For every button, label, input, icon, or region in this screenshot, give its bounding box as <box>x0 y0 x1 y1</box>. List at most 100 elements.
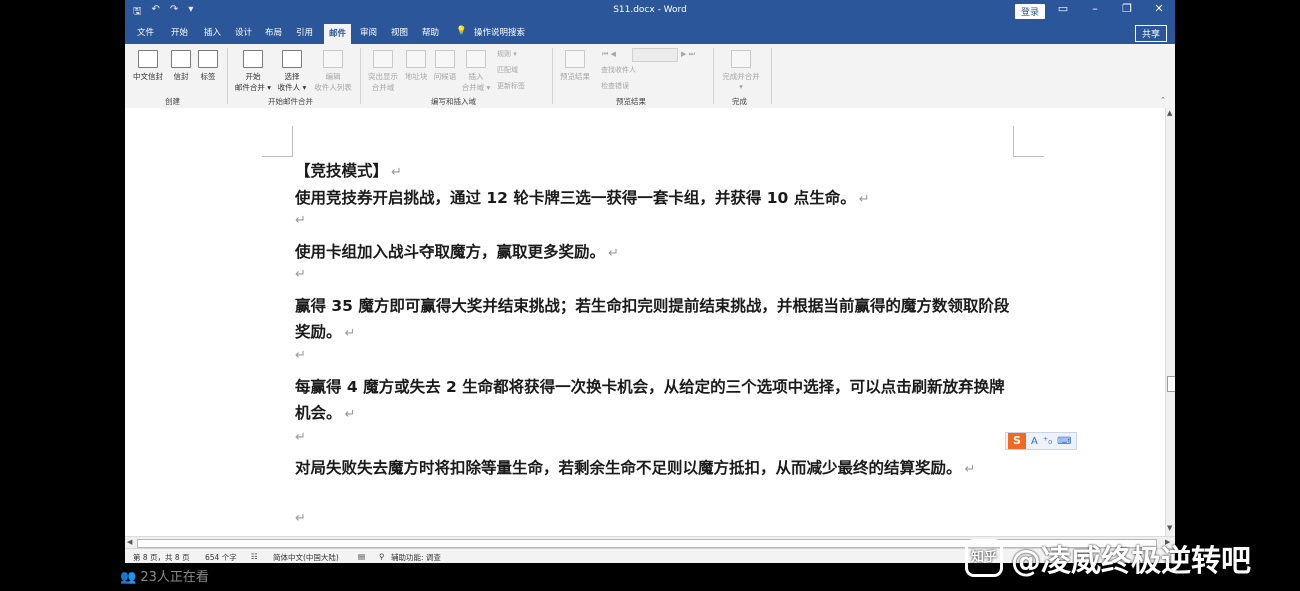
group-create-label: 创建 <box>165 97 180 106</box>
match-fields-button[interactable]: 匹配域 <box>497 65 518 75</box>
ribbon-separator <box>771 48 772 104</box>
update-labels-button[interactable]: 更新标签 <box>497 81 525 91</box>
check-errors-button[interactable]: 检查错误 <box>601 81 629 91</box>
empty-paragraph-mark: ↵ <box>295 267 306 282</box>
watermark-text: @凌威终极逆转吧 <box>1011 544 1251 579</box>
ribbon-display-icon[interactable]: ▭ <box>1047 2 1079 15</box>
highlight-merge-fields-button[interactable]: 突出显示 合并域 <box>365 50 401 93</box>
doc-paragraph[interactable]: 每赢得 4 魔方或失去 2 生命都将获得一次换卡机会，从给定的三个选项中选择，可… <box>295 374 1015 428</box>
group-finish-label: 完成 <box>732 97 747 106</box>
watermark: 知乎 @凌威终极逆转吧 <box>965 536 1251 580</box>
doc-paragraph[interactable]: 使用竞技券开启挑战，通过 12 轮卡牌三选一获得一套卡组，并获得 10 点生命。… <box>295 185 1015 213</box>
ime-mode-icon[interactable]: A <box>1031 436 1038 447</box>
login-button[interactable]: 登录 <box>1015 4 1046 19</box>
ime-punct-icon[interactable]: ⁺₀ <box>1043 436 1052 447</box>
group-write-insert-label: 编写和插入域 <box>431 97 476 106</box>
record-number-input[interactable] <box>632 48 678 62</box>
start-mail-merge-button[interactable]: 开始 邮件合并 ▾ <box>233 50 273 93</box>
vertical-scroll-thumb[interactable] <box>1167 376 1175 392</box>
document-area[interactable]: 【竞技模式】 ↵ 使用竞技券开启挑战，通过 12 轮卡牌三选一获得一套卡组，并获得… <box>125 108 1165 536</box>
ribbon-separator <box>713 48 714 104</box>
lightbulb-icon: 💡 <box>456 26 467 36</box>
minimize-icon[interactable]: – <box>1079 2 1111 15</box>
rules-button[interactable]: 规则 ▾ <box>497 49 517 59</box>
empty-paragraph-mark: ↵ <box>295 348 306 363</box>
title-bar: 🖫 ↶ ↷ ▾ S11.docx - Word 登录 ▭ – ❐ ✕ <box>125 0 1175 22</box>
envelope-icon <box>138 50 158 68</box>
tab-insert[interactable]: 插入 <box>204 26 221 38</box>
doc-paragraph[interactable]: 【竞技模式】 ↵ <box>295 158 1015 186</box>
close-icon[interactable]: ✕ <box>1143 2 1175 15</box>
tab-references[interactable]: 引用 <box>296 26 313 38</box>
tab-home[interactable]: 开始 <box>171 26 188 38</box>
doc-paragraph[interactable]: 赢得 35 魔方即可赢得大奖并结束挑战；若生命扣完则提前结束挑战，并根据当前赢得… <box>295 293 1015 347</box>
doc-paragraph[interactable]: 对局失败失去魔方时将扣除等量生命，若剩余生命不足则以魔方抵扣，从而减少最终的结算… <box>295 455 1015 483</box>
collapse-ribbon-icon[interactable]: ⌃ <box>1160 96 1166 104</box>
proofing-icon[interactable]: ☷ <box>251 552 258 561</box>
finish-merge-button[interactable]: 完成并合并 ▾ <box>719 50 763 91</box>
greeting-icon <box>435 50 455 68</box>
tell-me-search[interactable]: 操作说明搜索 <box>474 26 525 38</box>
share-button[interactable]: 共享 <box>1134 25 1167 42</box>
tab-help[interactable]: 帮助 <box>422 26 439 38</box>
page-count[interactable]: 第 8 页，共 8 页 <box>133 552 190 563</box>
vertical-scrollbar[interactable]: ▲ ▼ <box>1165 108 1175 536</box>
keyboard-icon[interactable]: ⌨ <box>1057 436 1071 447</box>
chinese-envelope-button[interactable]: 中文信封 <box>131 50 165 82</box>
restore-icon[interactable]: ❐ <box>1111 2 1143 15</box>
preview-results-button[interactable]: 预览结果 <box>557 50 593 82</box>
margin-corner-mark <box>262 126 293 157</box>
scroll-left-icon[interactable]: ◀ <box>127 538 132 546</box>
edit-list-icon <box>323 50 343 68</box>
ribbon-tabs: 文件 开始 插入 设计 布局 引用 邮件 审阅 视图 帮助 💡 操作说明搜索 共… <box>125 22 1175 44</box>
accessibility-status[interactable]: 辅助功能: 调查 <box>391 552 441 563</box>
ime-toolbar[interactable]: S A ⁺₀ ⌨ <box>1005 432 1077 450</box>
envelope-icon <box>171 50 191 68</box>
word-count[interactable]: 654 个字 <box>205 552 237 563</box>
greeting-line-button[interactable]: 问候语 <box>431 50 459 82</box>
select-recipients-button[interactable]: 选择 收件人 ▾ <box>275 50 309 93</box>
group-start-merge-label: 开始邮件合并 <box>268 97 313 106</box>
finish-icon <box>731 50 751 68</box>
tab-mailings[interactable]: 邮件 <box>324 24 352 44</box>
tab-view[interactable]: 视图 <box>391 26 408 38</box>
window-controls: ▭ – ❐ ✕ <box>1047 2 1175 15</box>
next-record-icon[interactable]: ▶ ⏭ <box>681 50 695 59</box>
group-preview-label: 预览结果 <box>616 97 646 106</box>
first-record-icon[interactable]: ⏮ ◀ <box>602 50 616 59</box>
people-icon <box>282 50 302 68</box>
tab-layout[interactable]: 布局 <box>265 26 282 38</box>
envelopes-button[interactable]: 信封 <box>169 50 193 82</box>
empty-paragraph-mark: ↵ <box>295 430 306 445</box>
address-block-button[interactable]: 地址块 <box>402 50 430 82</box>
language-indicator[interactable]: 简体中文(中国大陆) <box>273 552 339 563</box>
document-icon <box>243 50 263 68</box>
margin-corner-mark <box>1013 126 1044 157</box>
scroll-up-icon[interactable]: ▲ <box>1167 109 1172 117</box>
find-recipient-button[interactable]: 查找收件人 <box>601 65 636 75</box>
word-window: 🖫 ↶ ↷ ▾ S11.docx - Word 登录 ▭ – ❐ ✕ 文件 开始… <box>125 0 1175 563</box>
ribbon-separator <box>360 48 361 104</box>
field-icon <box>466 50 486 68</box>
accessibility-icon: ⚲ <box>379 552 385 561</box>
empty-paragraph-mark: ↵ <box>295 213 306 228</box>
labels-icon <box>198 50 218 68</box>
highlight-icon <box>373 50 393 68</box>
viewer-count: 👥 23人正在看 <box>120 570 209 585</box>
preview-icon <box>565 50 585 68</box>
doc-paragraph[interactable]: 使用卡组加入战斗夺取魔方，赢取更多奖励。 ↵ <box>295 239 1015 267</box>
tab-design[interactable]: 设计 <box>235 26 252 38</box>
labels-button[interactable]: 标签 <box>197 50 219 82</box>
ribbon-separator <box>227 48 228 104</box>
sogou-logo-icon: S <box>1008 433 1026 449</box>
edit-recipient-list-button[interactable]: 编辑 收件人列表 <box>312 50 354 93</box>
scroll-down-icon[interactable]: ▼ <box>1167 524 1172 532</box>
empty-paragraph-mark: ↵ <box>295 511 306 526</box>
zhihu-logo-icon: 知乎 <box>965 539 1003 577</box>
macro-icon[interactable]: ▤ <box>358 552 365 561</box>
address-icon <box>406 50 426 68</box>
tab-review[interactable]: 审阅 <box>360 26 377 38</box>
ribbon-mailings: 中文信封 信封 标签 创建 开始 邮件合并 ▾ 选择 收件人 ▾ 编辑 收件人列… <box>125 44 1175 109</box>
tab-file[interactable]: 文件 <box>137 26 154 38</box>
insert-merge-field-button[interactable]: 插入 合并域 ▾ <box>460 50 492 93</box>
